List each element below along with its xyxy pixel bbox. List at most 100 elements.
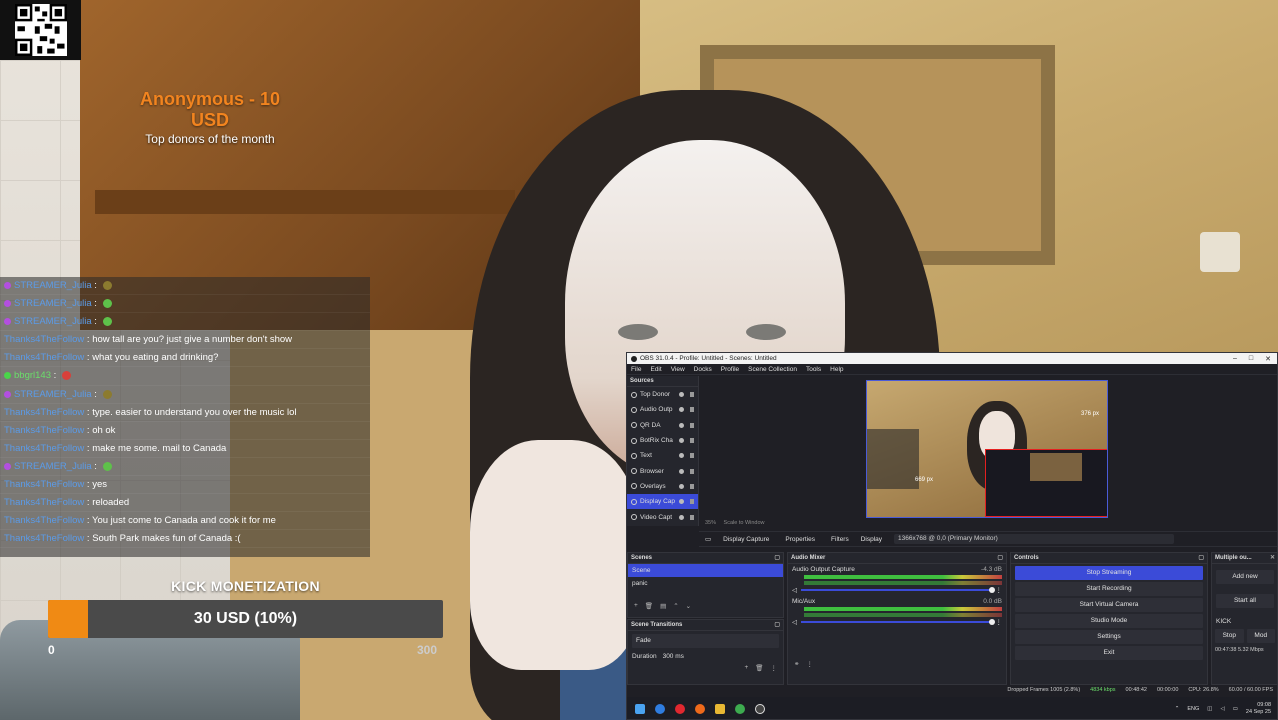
control-button[interactable]: Settings xyxy=(1015,630,1203,644)
control-button[interactable]: Exit xyxy=(1015,646,1203,660)
menu-item[interactable]: Profile xyxy=(721,366,739,373)
close-icon[interactable]: ✕ xyxy=(1265,355,1271,363)
menu-item[interactable]: Docks xyxy=(694,366,712,373)
source-item[interactable]: Browser xyxy=(627,463,698,478)
visibility-eye-icon[interactable] xyxy=(679,483,684,489)
edge-browser-icon[interactable] xyxy=(655,704,665,714)
speaker-icon[interactable]: ◁ xyxy=(1220,706,1224,712)
lock-icon[interactable] xyxy=(690,407,694,413)
filter-scene-icon[interactable]: ▤ xyxy=(660,602,666,610)
obs-preview[interactable]: 376 px 669 px xyxy=(866,380,1108,518)
display-select[interactable]: 1366x768 @ 0,0 (Primary Monitor) xyxy=(894,534,1175,544)
visibility-eye-icon[interactable] xyxy=(679,438,684,444)
remove-transition-icon[interactable]: 🗑 xyxy=(755,664,763,672)
volume-slider[interactable] xyxy=(801,587,994,593)
dock-menu-icon[interactable]: ▢ xyxy=(774,620,780,630)
visibility-eye-icon[interactable] xyxy=(679,499,684,505)
dock-menu-icon[interactable]: ▢ xyxy=(774,553,780,563)
scenes-toolbar: + 🗑 ▤ ⌃ ⌄ xyxy=(628,600,783,612)
control-button[interactable]: Studio Mode xyxy=(1015,614,1203,628)
speaker-icon[interactable]: ◁ xyxy=(792,618,797,626)
add-transition-icon[interactable]: + xyxy=(744,664,748,672)
remove-scene-icon[interactable]: 🗑 xyxy=(645,602,653,610)
menu-item[interactable]: Help xyxy=(830,366,843,373)
visibility-eye-icon[interactable] xyxy=(679,422,684,428)
transition-select[interactable]: Fade xyxy=(632,634,779,648)
chat-emote-icon xyxy=(102,317,112,327)
control-button[interactable]: Start Virtual Camera xyxy=(1015,598,1203,612)
speaker-icon[interactable]: ◁ xyxy=(792,586,797,594)
obs-taskbar-icon[interactable] xyxy=(755,704,765,714)
visibility-eye-icon[interactable] xyxy=(679,468,684,474)
volume-slider[interactable] xyxy=(801,619,994,625)
taskbar-clock[interactable]: 09:08 24 Sep 25 xyxy=(1246,702,1271,716)
close-icon[interactable]: ✕ xyxy=(1270,553,1275,563)
source-item[interactable]: BotRix Cha xyxy=(627,433,698,448)
control-button[interactable]: Stop Streaming xyxy=(1015,566,1203,580)
duration-input[interactable]: 300 ms xyxy=(663,653,684,660)
controls-dock: Controls ▢ Stop Streaming Start Recording S… xyxy=(1010,552,1208,685)
scale-mode[interactable]: Scale to Window xyxy=(724,520,765,526)
stop-output-button[interactable]: Stop xyxy=(1215,629,1244,643)
visibility-eye-icon[interactable] xyxy=(679,407,684,413)
lock-icon[interactable] xyxy=(690,468,694,474)
firefox-browser-icon[interactable] xyxy=(695,704,705,714)
source-item[interactable]: Overlays xyxy=(627,479,698,494)
link-icon[interactable]: ⚭ xyxy=(794,660,799,668)
language-indicator[interactable]: ENG xyxy=(1187,706,1199,712)
visibility-eye-icon[interactable] xyxy=(679,514,684,520)
volume-meter xyxy=(804,607,1002,611)
lock-icon[interactable] xyxy=(690,514,694,520)
chrome-browser-icon[interactable] xyxy=(735,704,745,714)
scene-item[interactable]: panic xyxy=(628,577,783,590)
source-item[interactable]: Audio Outp xyxy=(627,402,698,417)
menu-item[interactable]: View xyxy=(671,366,685,373)
file-explorer-icon[interactable] xyxy=(715,704,725,714)
menu-item[interactable]: Edit xyxy=(650,366,661,373)
scene-item[interactable]: Scene xyxy=(628,564,783,577)
dock-menu-icon[interactable]: ▢ xyxy=(1198,553,1204,563)
lock-icon[interactable] xyxy=(690,483,694,489)
source-item[interactable]: Text xyxy=(627,448,698,463)
add-new-button[interactable]: Add new xyxy=(1216,570,1274,584)
lock-icon[interactable] xyxy=(690,453,694,459)
more-icon[interactable]: ⋮ xyxy=(996,586,1003,594)
move-down-icon[interactable]: ⌄ xyxy=(686,602,691,610)
battery-icon[interactable]: ▭ xyxy=(1233,706,1238,712)
control-button[interactable]: Start Recording xyxy=(1015,582,1203,596)
menu-item[interactable]: File xyxy=(631,366,641,373)
menu-item[interactable]: Tools xyxy=(806,366,821,373)
start-all-button[interactable]: Start all xyxy=(1216,594,1274,608)
source-item[interactable]: Display Cap xyxy=(627,494,698,510)
more-icon[interactable]: ⋮ xyxy=(806,660,813,668)
chat-text: what you eating and drinking? xyxy=(92,352,219,364)
chat-text: yes xyxy=(92,479,107,491)
filters-button[interactable]: Filters xyxy=(827,535,853,544)
more-icon[interactable]: ⋮ xyxy=(996,618,1003,626)
more-icon[interactable]: ⋮ xyxy=(771,664,778,672)
add-scene-icon[interactable]: + xyxy=(634,602,638,610)
dock-menu-icon[interactable]: ▢ xyxy=(997,553,1003,563)
preview-display-capture[interactable] xyxy=(985,449,1107,517)
properties-button[interactable]: Properties xyxy=(781,535,819,544)
lock-icon[interactable] xyxy=(690,422,694,428)
maximize-icon[interactable]: □ xyxy=(1249,355,1253,363)
kick-goal-bar: 30 USD (10%) xyxy=(48,600,443,638)
move-up-icon[interactable]: ⌃ xyxy=(673,602,678,610)
modify-output-button[interactable]: Mod xyxy=(1246,629,1275,643)
start-menu-icon[interactable] xyxy=(635,704,645,714)
lock-icon[interactable] xyxy=(690,392,694,398)
lock-icon[interactable] xyxy=(690,438,694,444)
menu-item[interactable]: Scene Collection xyxy=(748,366,797,373)
track-name: Audio Output Capture xyxy=(792,566,855,573)
minimize-icon[interactable]: – xyxy=(1233,355,1237,363)
lock-icon[interactable] xyxy=(690,499,694,505)
source-item[interactable]: QR DA xyxy=(627,418,698,433)
opera-browser-icon[interactable] xyxy=(675,704,685,714)
source-item[interactable]: Video Capt xyxy=(627,509,698,524)
chevron-up-icon[interactable]: ⌃ xyxy=(1175,706,1180,712)
visibility-eye-icon[interactable] xyxy=(679,453,684,459)
network-icon[interactable]: ◫ xyxy=(1207,706,1212,712)
visibility-eye-icon[interactable] xyxy=(679,392,684,398)
source-item[interactable]: Top Donor xyxy=(627,387,698,402)
